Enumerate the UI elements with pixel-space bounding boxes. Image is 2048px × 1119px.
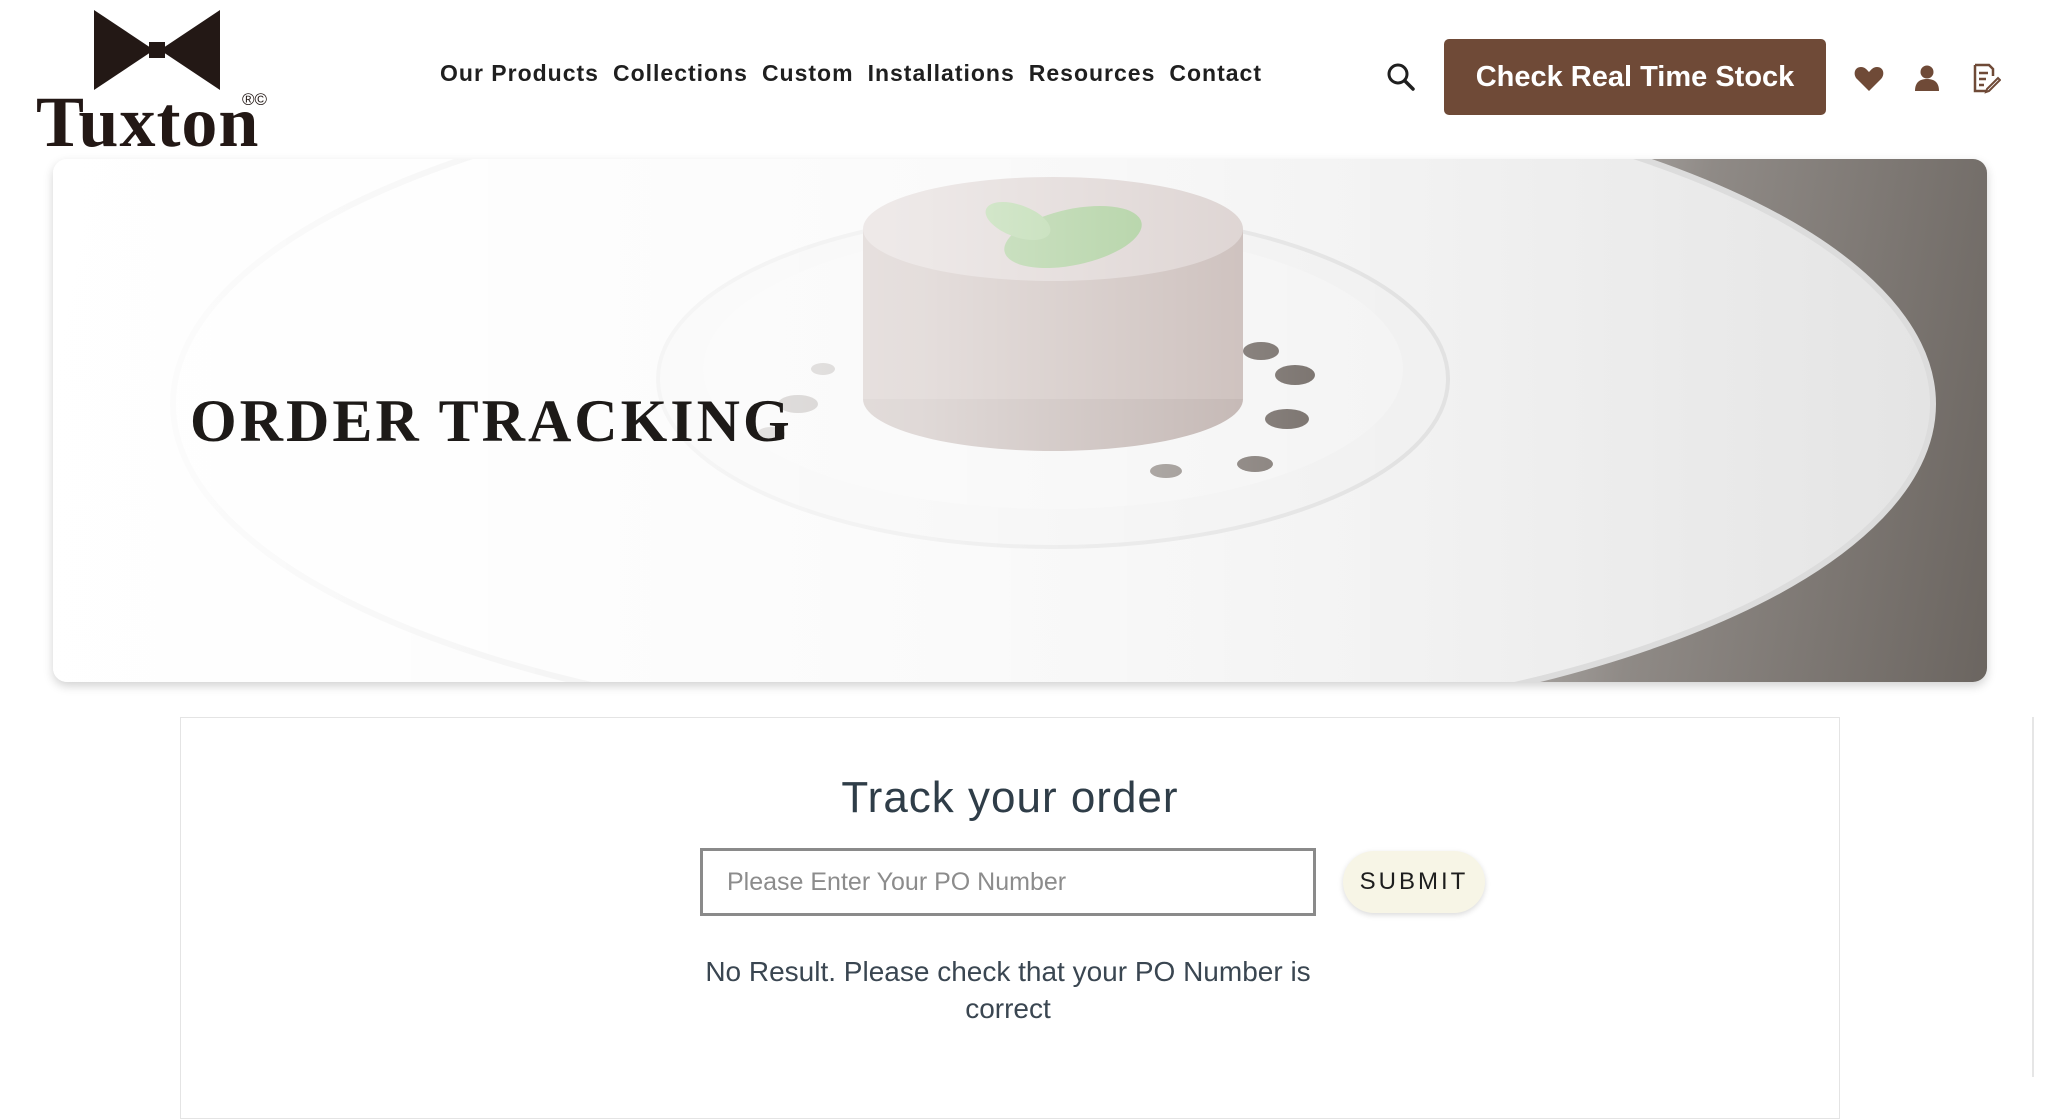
submit-button[interactable]: SUBMIT [1343, 851, 1485, 913]
hero-banner: ORDER TRACKING [53, 159, 1987, 682]
check-stock-button[interactable]: Check Real Time Stock [1444, 39, 1826, 115]
logo-trademark: ®© [242, 90, 268, 109]
order-tracking-card: Track your order SUBMIT No Result. Pleas… [180, 717, 1840, 1119]
nav-custom[interactable]: Custom [762, 60, 854, 87]
nav-resources[interactable]: Resources [1029, 60, 1156, 87]
nav-contact[interactable]: Contact [1169, 60, 1262, 87]
quote-list-icon[interactable] [1969, 62, 2001, 94]
track-order-heading: Track your order [841, 773, 1179, 822]
user-icon[interactable] [1911, 62, 1943, 94]
search-icon[interactable] [1386, 62, 1416, 92]
no-result-message: No Result. Please check that your PO Num… [705, 956, 1311, 1024]
page-title: ORDER TRACKING [190, 388, 793, 454]
po-number-input[interactable] [700, 848, 1316, 916]
nav-installations[interactable]: Installations [868, 60, 1015, 87]
tuxton-logo[interactable]: Tuxton ®© [36, 10, 286, 158]
nav-collections[interactable]: Collections [613, 60, 748, 87]
nav-our-products[interactable]: Our Products [440, 60, 599, 87]
heart-icon[interactable] [1853, 62, 1885, 94]
bowtie-icon [94, 10, 220, 90]
scrollbar-track[interactable] [2032, 717, 2034, 1077]
main-nav: Our Products Collections Custom Installa… [440, 60, 1262, 87]
logo-wordmark: Tuxton [36, 82, 260, 162]
